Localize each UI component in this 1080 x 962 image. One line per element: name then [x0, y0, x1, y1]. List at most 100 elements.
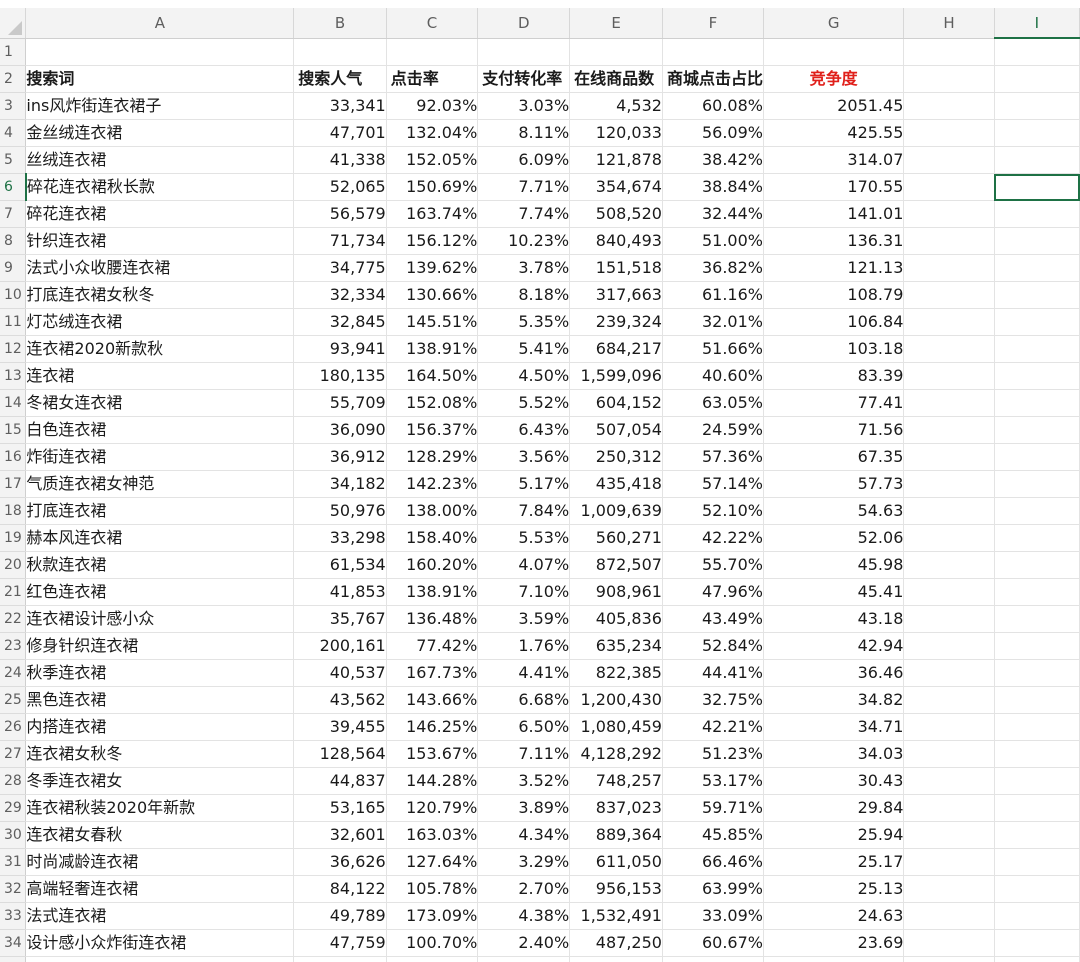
online-items-cell[interactable]: 239,324: [570, 309, 663, 336]
competition-cell[interactable]: 57.73: [763, 471, 903, 498]
online-items-cell[interactable]: 635,234: [570, 633, 663, 660]
row-header[interactable]: 8: [0, 228, 26, 255]
online-items-cell[interactable]: 435,418: [570, 471, 663, 498]
ctr-cell[interactable]: 132.04%: [386, 120, 478, 147]
competition-cell[interactable]: 34.82: [763, 687, 903, 714]
popularity-cell[interactable]: 200,161: [294, 633, 386, 660]
row-header[interactable]: 1: [0, 38, 26, 66]
conversion-cell[interactable]: 3.56%: [478, 444, 570, 471]
conversion-cell[interactable]: 6.09%: [478, 147, 570, 174]
keyword-cell[interactable]: 红色连衣裙: [26, 579, 294, 606]
cell[interactable]: [994, 660, 1079, 687]
popularity-cell[interactable]: 41,338: [294, 147, 386, 174]
online-items-cell[interactable]: 840,493: [570, 228, 663, 255]
conversion-cell[interactable]: 7.11%: [478, 741, 570, 768]
popularity-cell[interactable]: 44,837: [294, 768, 386, 795]
keyword-cell[interactable]: ins风炸街连衣裙子: [26, 93, 294, 120]
keyword-cell[interactable]: 碎花连衣裙: [26, 201, 294, 228]
ctr-cell[interactable]: 136.48%: [386, 606, 478, 633]
column-header-g[interactable]: G: [763, 8, 903, 38]
conversion-cell[interactable]: 7.71%: [478, 174, 570, 201]
column-header-a[interactable]: A: [26, 8, 294, 38]
online-items-cell[interactable]: 354,674: [570, 174, 663, 201]
cell[interactable]: [994, 822, 1079, 849]
row-header[interactable]: 13: [0, 363, 26, 390]
competition-cell[interactable]: 2051.45: [763, 93, 903, 120]
cell[interactable]: [904, 498, 994, 525]
conversion-cell[interactable]: 5.17%: [478, 471, 570, 498]
online-items-cell[interactable]: 604,152: [570, 390, 663, 417]
cell[interactable]: [994, 66, 1079, 93]
mall-click-share-cell[interactable]: 52.84%: [662, 633, 763, 660]
mall-click-share-cell[interactable]: 60.08%: [662, 93, 763, 120]
ctr-cell[interactable]: 163.03%: [386, 822, 478, 849]
cell[interactable]: [904, 201, 994, 228]
cell[interactable]: [994, 498, 1079, 525]
cell[interactable]: [904, 768, 994, 795]
competition-cell[interactable]: 71.56: [763, 417, 903, 444]
cell[interactable]: [904, 957, 994, 962]
ctr-cell[interactable]: 120.79%: [386, 795, 478, 822]
ctr-cell[interactable]: 127.64%: [386, 849, 478, 876]
conversion-cell[interactable]: 3.59%: [478, 606, 570, 633]
row-header[interactable]: 7: [0, 201, 26, 228]
cell[interactable]: [904, 822, 994, 849]
competition-cell[interactable]: 34.71: [763, 714, 903, 741]
cell[interactable]: [904, 93, 994, 120]
cell[interactable]: [904, 363, 994, 390]
keyword-cell[interactable]: 打底连衣裙女秋冬: [26, 282, 294, 309]
cell[interactable]: [994, 363, 1079, 390]
keyword-cell[interactable]: 法式小众收腰连衣裙: [26, 255, 294, 282]
online-items-cell[interactable]: 837,023: [570, 795, 663, 822]
popularity-cell[interactable]: 71,734: [294, 228, 386, 255]
ctr-cell[interactable]: 145.51%: [386, 309, 478, 336]
conversion-cell[interactable]: 10.23%: [478, 228, 570, 255]
mall-click-share-cell[interactable]: 66.46%: [662, 849, 763, 876]
cell[interactable]: [994, 309, 1079, 336]
row-header[interactable]: 25: [0, 687, 26, 714]
ctr-cell[interactable]: 173.09%: [386, 903, 478, 930]
ctr-cell[interactable]: 156.37%: [386, 417, 478, 444]
popularity-cell[interactable]: 34,775: [294, 255, 386, 282]
ctr-cell[interactable]: 167.73%: [386, 660, 478, 687]
competition-cell[interactable]: 43.18: [763, 606, 903, 633]
competition-cell[interactable]: 108.79: [763, 282, 903, 309]
cell[interactable]: [994, 714, 1079, 741]
conversion-cell[interactable]: 7.10%: [478, 579, 570, 606]
conversion-cell[interactable]: 3.89%: [478, 795, 570, 822]
competition-cell[interactable]: 121.13: [763, 255, 903, 282]
online-items-cell[interactable]: 507,054: [570, 417, 663, 444]
keyword-cell[interactable]: 冬季连衣裙女: [26, 768, 294, 795]
row-header[interactable]: 16: [0, 444, 26, 471]
conversion-cell[interactable]: 2.70%: [478, 876, 570, 903]
cell[interactable]: [994, 282, 1079, 309]
cell[interactable]: [994, 903, 1079, 930]
cell[interactable]: [994, 471, 1079, 498]
keyword-cell[interactable]: 连衣裙女春秋: [26, 822, 294, 849]
conversion-cell[interactable]: 3.03%: [478, 93, 570, 120]
row-header[interactable]: 5: [0, 147, 26, 174]
popularity-cell[interactable]: 47,701: [294, 120, 386, 147]
header-mall-click-share-cell[interactable]: 商城点击占比: [662, 66, 763, 93]
online-items-cell[interactable]: 317,663: [570, 282, 663, 309]
ctr-cell[interactable]: 153.67%: [386, 741, 478, 768]
row-header[interactable]: [0, 957, 26, 962]
row-header[interactable]: 4: [0, 120, 26, 147]
popularity-cell[interactable]: 84,122: [294, 876, 386, 903]
cell[interactable]: [994, 38, 1079, 66]
conversion-cell[interactable]: 3.52%: [478, 768, 570, 795]
cell[interactable]: [478, 38, 570, 66]
cell[interactable]: [904, 147, 994, 174]
cell[interactable]: [904, 876, 994, 903]
ctr-cell[interactable]: 92.03%: [386, 93, 478, 120]
cell[interactable]: [570, 38, 663, 66]
cell[interactable]: [904, 525, 994, 552]
mall-click-share-cell[interactable]: 63.05%: [662, 390, 763, 417]
row-header[interactable]: 30: [0, 822, 26, 849]
cell[interactable]: [994, 444, 1079, 471]
cell[interactable]: [904, 579, 994, 606]
competition-cell[interactable]: 106.84: [763, 309, 903, 336]
ctr-cell[interactable]: 128.29%: [386, 444, 478, 471]
row-header[interactable]: 17: [0, 471, 26, 498]
online-items-cell[interactable]: 748,257: [570, 768, 663, 795]
